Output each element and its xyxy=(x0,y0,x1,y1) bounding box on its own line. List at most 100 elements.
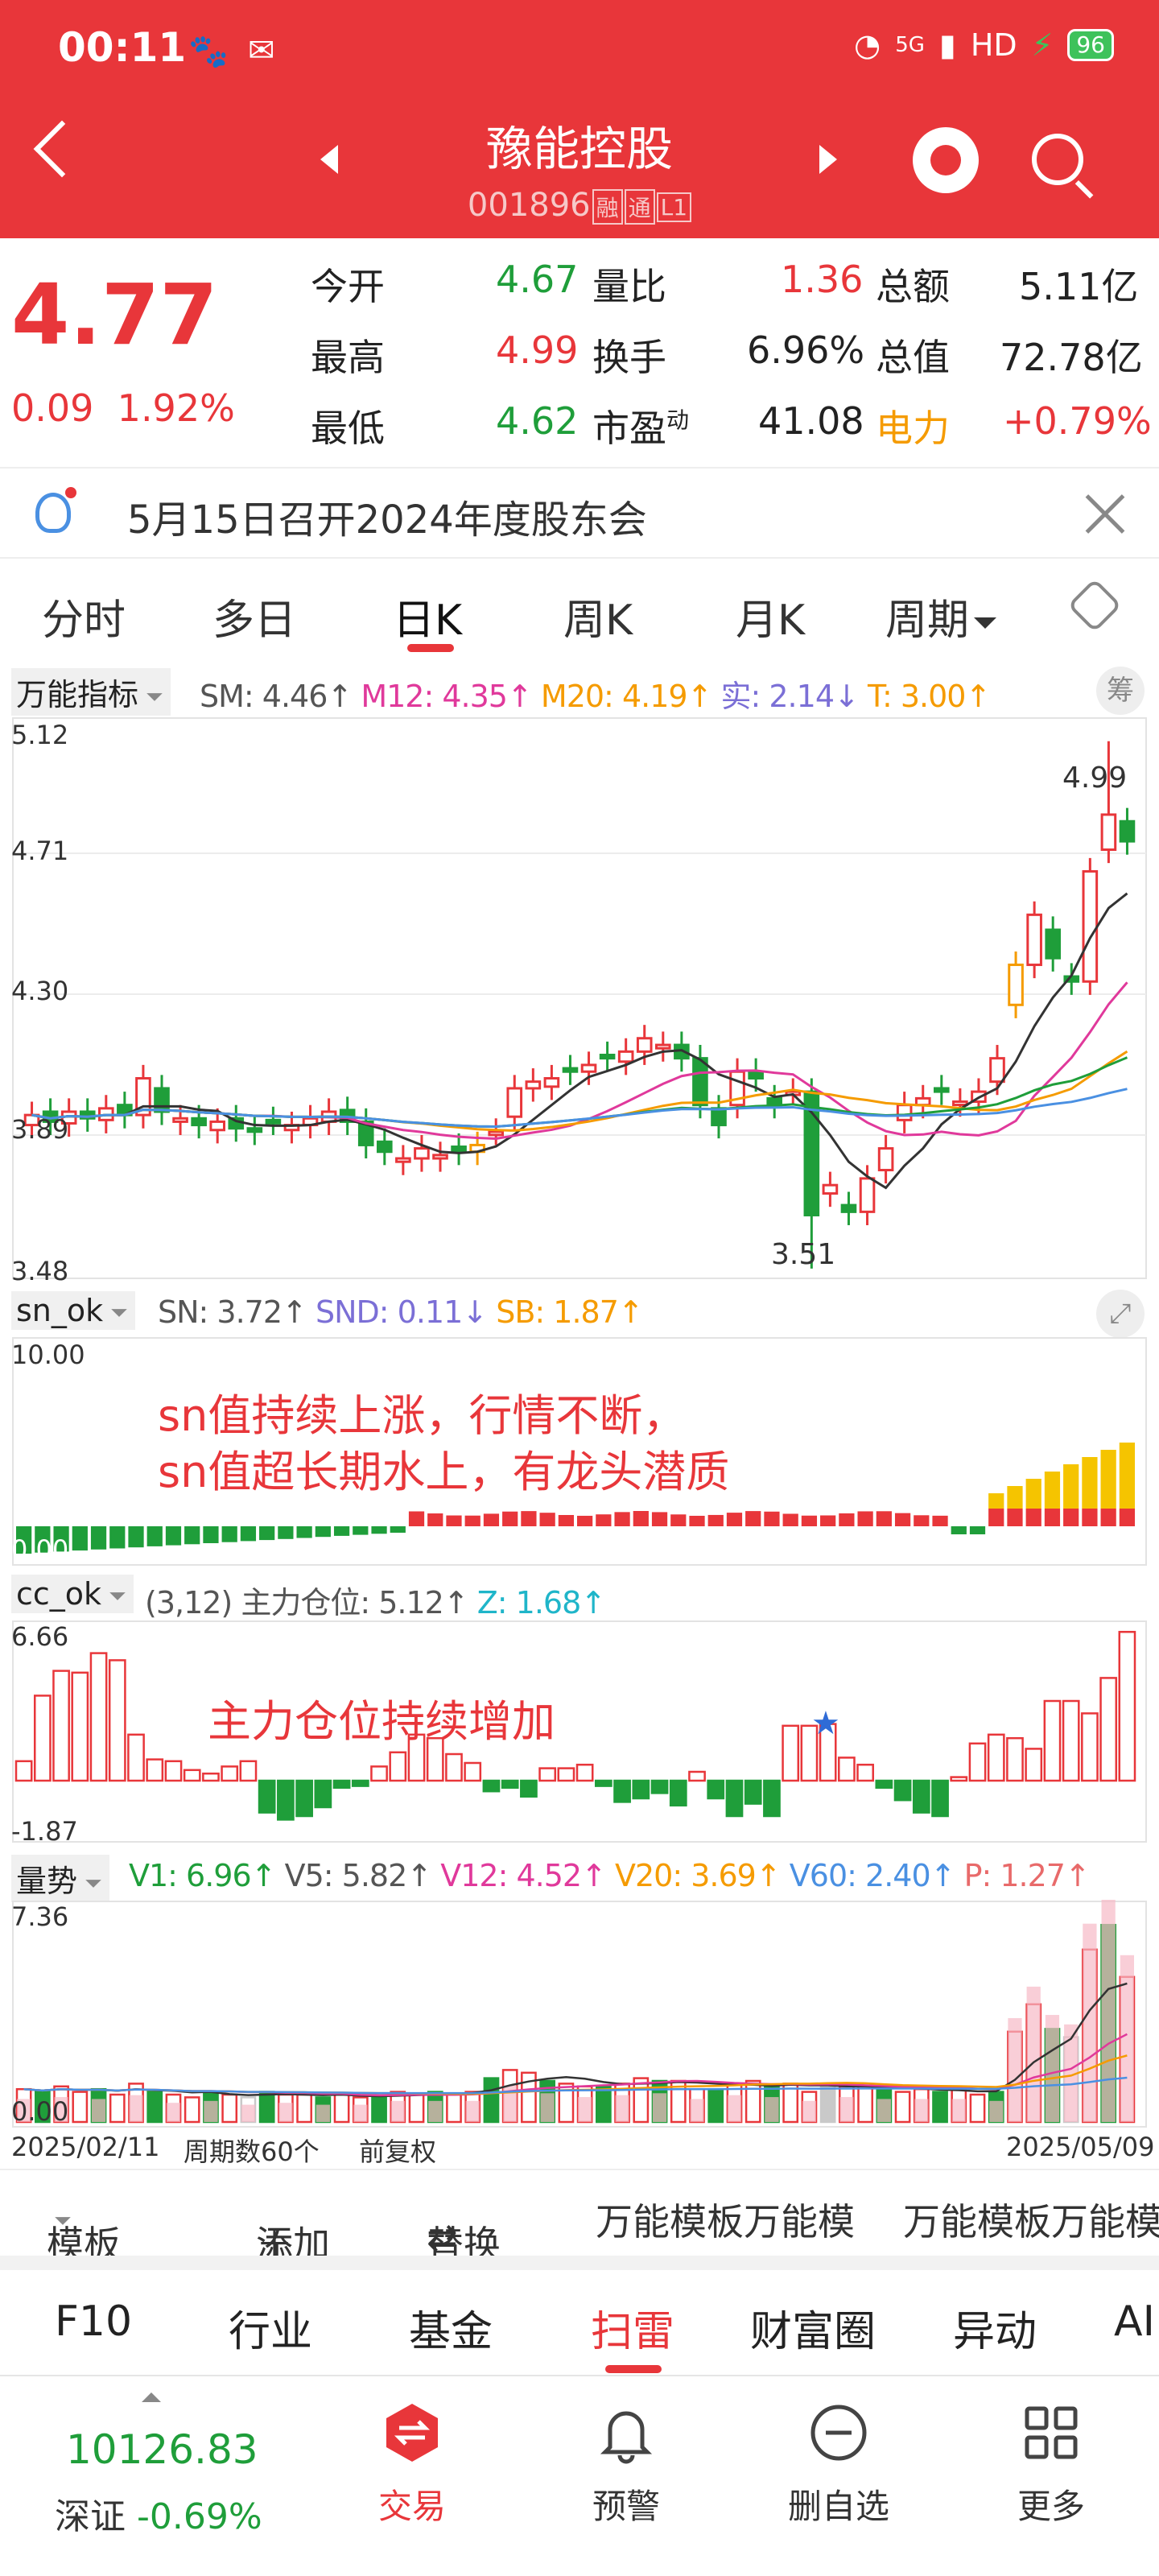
sn-annotation-line1: sn值持续上涨，行情不断， xyxy=(158,1390,687,1441)
chart-frame xyxy=(12,1620,1147,1843)
label-low: 最低 xyxy=(311,407,385,450)
legend-p: P: 1.27↑ xyxy=(963,1858,1091,1893)
volume-pink-bar xyxy=(278,2103,293,2122)
legend-snd: SND: 0.11↓ xyxy=(315,1294,488,1330)
sn-bar xyxy=(969,1526,986,1534)
volume-pink-bar xyxy=(802,2100,817,2122)
legend-z: Z: 1.68↑ xyxy=(476,1585,606,1620)
kline-y-label-5: 3.48 xyxy=(11,1256,69,1286)
nav-alert[interactable]: 预警 xyxy=(546,2401,707,2529)
tab-period[interactable]: 周期 xyxy=(885,586,997,646)
candle-body xyxy=(1045,928,1062,960)
label-turnover: 换手 xyxy=(592,336,666,379)
bottom-nav: 10126.83 深证 -0.69% 交易 预警 删自选 更多 xyxy=(0,2375,1159,2576)
candle-body xyxy=(877,1147,894,1172)
volume-pink-bar xyxy=(690,2099,704,2122)
tab-daily-k[interactable]: 日K xyxy=(393,586,462,646)
volume-bar xyxy=(296,2093,312,2124)
cc-bar xyxy=(351,1779,369,1787)
tag-rong: 融 xyxy=(592,189,623,225)
chips-button[interactable]: 筹 xyxy=(1096,667,1145,715)
indicator-selector[interactable]: 万能指标 xyxy=(11,668,171,716)
candle-body xyxy=(1082,869,1099,983)
close-icon[interactable] xyxy=(1083,491,1128,536)
sn-bar xyxy=(707,1514,724,1526)
expand-icon[interactable]: ⤢ xyxy=(1096,1290,1145,1338)
stock-title: 豫能控股 xyxy=(485,122,673,176)
tab-ai[interactable]: AI xyxy=(1114,2297,1155,2346)
label-sector[interactable]: 电力 xyxy=(876,399,950,452)
sn-bar xyxy=(408,1511,425,1526)
candle-body xyxy=(1008,964,1024,1006)
chevron-down-icon xyxy=(55,2217,71,2225)
search-icon[interactable] xyxy=(1032,134,1083,185)
nav-trade[interactable]: 交易 xyxy=(332,2401,493,2529)
volume-bar xyxy=(221,2093,238,2124)
cc-bar xyxy=(763,1779,781,1818)
tab-risk-scan[interactable]: 扫雷 xyxy=(591,2297,674,2358)
volume-pink-bar xyxy=(1045,2015,1060,2122)
indicator-name: 万能指标 xyxy=(16,677,139,712)
volume-bar xyxy=(146,2091,163,2124)
index-value[interactable]: 10126.83 xyxy=(66,2426,258,2473)
tab-f10[interactable]: F10 xyxy=(55,2297,132,2346)
sn-bar xyxy=(1119,1509,1135,1526)
mascot-icon[interactable] xyxy=(913,127,979,193)
sn-bar xyxy=(670,1514,687,1526)
vol-y-top: 7.36 xyxy=(11,1901,69,1932)
tab-fund[interactable]: 基金 xyxy=(409,2297,493,2358)
candle-body xyxy=(580,1063,597,1073)
tab-abnormal[interactable]: 异动 xyxy=(953,2297,1037,2358)
cc-chart[interactable] xyxy=(0,1620,1159,1843)
cc-bar xyxy=(277,1779,295,1821)
vol-selector[interactable]: 量势 xyxy=(11,1855,110,1902)
candle-body xyxy=(599,1053,616,1060)
volume-chart[interactable] xyxy=(0,1900,1159,2128)
label-open: 今开 xyxy=(311,265,385,308)
candle-body xyxy=(952,1100,968,1107)
sn-selector[interactable]: sn_ok xyxy=(11,1291,136,1330)
nav-more[interactable]: 更多 xyxy=(971,2401,1132,2529)
tab-weekly-k[interactable]: 周K xyxy=(563,586,633,646)
tab-industry[interactable]: 行业 xyxy=(229,2297,312,2358)
sn-bar xyxy=(1082,1509,1098,1526)
trade-icon xyxy=(386,2404,438,2462)
settings-hex-icon[interactable] xyxy=(1067,578,1122,633)
sn-bar xyxy=(857,1511,873,1526)
sn-bar xyxy=(894,1513,911,1526)
tab-monthly-k[interactable]: 月K xyxy=(736,586,805,646)
nav-more-label: 更多 xyxy=(1017,2487,1085,2526)
cc-bar xyxy=(370,1765,388,1782)
volume-bar xyxy=(72,2091,89,2124)
tab-multiday[interactable]: 多日 xyxy=(212,586,296,646)
sn-bar xyxy=(315,1526,331,1538)
tab-intraday[interactable]: 分时 xyxy=(42,586,126,646)
next-stock-icon[interactable] xyxy=(819,145,837,174)
template-item-1[interactable]: 万能模板万能模 xyxy=(596,2193,855,2246)
notice-bar[interactable]: 5月15日召开2024年度股东会 xyxy=(0,467,1159,559)
cc-bar xyxy=(221,1765,239,1782)
signal-icon: ▮ xyxy=(938,27,956,63)
cc-bar xyxy=(912,1779,930,1814)
notice-text: 5月15日召开2024年度股东会 xyxy=(127,497,647,543)
charge-icon: ⚡ xyxy=(1031,27,1054,63)
nav-remove-watch[interactable]: 删自选 xyxy=(758,2401,919,2529)
cc-selector[interactable]: cc_ok xyxy=(11,1575,134,1613)
grid-icon xyxy=(1025,2406,1078,2459)
tab-wealth-circle[interactable]: 财富圈 xyxy=(750,2297,876,2358)
template-item-2[interactable]: 万能模板万能模 xyxy=(903,2193,1159,2246)
volume-pink-bar xyxy=(204,2100,218,2122)
volume-pink-bar xyxy=(540,2093,555,2122)
sn-bar xyxy=(558,1514,574,1526)
index-line[interactable]: 深证 -0.69% xyxy=(55,2487,262,2539)
kline-chart[interactable] xyxy=(0,716,1159,1280)
cc-bar xyxy=(520,1779,538,1798)
nav-alert-label: 预警 xyxy=(592,2487,660,2526)
cc-bar xyxy=(258,1779,276,1814)
info-tabs: F10 行业 基金 扫雷 财富圈 异动 AI xyxy=(0,2270,1159,2375)
chevron-down-icon xyxy=(109,1591,126,1600)
volume-bar xyxy=(371,2096,387,2124)
sn-bar xyxy=(483,1513,500,1526)
sn-bar xyxy=(221,1526,237,1542)
axis-period-count: 周期数60个 xyxy=(184,2136,320,2167)
